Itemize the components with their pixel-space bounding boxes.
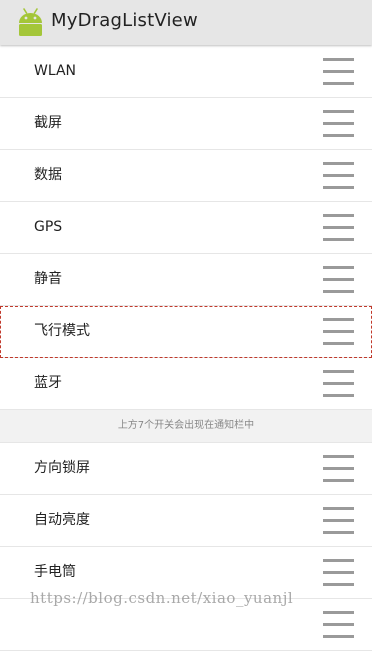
list-item-screenshot[interactable]: 截屏	[0, 98, 372, 150]
list-item-label: 飞行模式	[34, 323, 90, 339]
list-item-label: 自动亮度	[34, 512, 90, 528]
drag-handle-icon[interactable]	[323, 162, 354, 190]
list-item-label: GPS	[34, 219, 63, 235]
drag-handle-icon[interactable]	[323, 266, 354, 294]
drag-handle-icon[interactable]	[323, 214, 354, 242]
drag-handle-icon[interactable]	[323, 318, 354, 346]
list-item-label: WLAN	[34, 63, 77, 79]
drag-handle-icon[interactable]	[323, 559, 354, 587]
list-item-label: 数据	[34, 167, 62, 183]
list-item-gps[interactable]: GPS	[0, 202, 372, 254]
drag-list: WLAN 截屏 数据 GPS 静音 飞行模式 蓝牙 上方7个开关会出现在通知栏中…	[0, 46, 372, 651]
app-bar: MyDragListView	[0, 0, 372, 45]
list-item-auto-brightness[interactable]: 自动亮度	[0, 495, 372, 547]
list-item-data[interactable]: 数据	[0, 150, 372, 202]
watermark: https://blog.csdn.net/xiao_yuanjl	[30, 589, 294, 607]
list-item-label: 方向锁屏	[34, 460, 90, 476]
drag-handle-icon[interactable]	[323, 58, 354, 86]
list-item-label: 蓝牙	[34, 375, 62, 391]
list-item-mute[interactable]: 静音	[0, 254, 372, 306]
drag-handle-icon[interactable]	[323, 370, 354, 398]
drag-handle-icon[interactable]	[323, 611, 354, 639]
section-divider: 上方7个开关会出现在通知栏中	[0, 410, 372, 443]
drag-handle-icon[interactable]	[323, 507, 354, 535]
android-icon	[19, 8, 42, 36]
list-item-airplane-mode[interactable]: 飞行模式	[0, 306, 372, 358]
drag-handle-icon[interactable]	[323, 110, 354, 138]
list-item-bluetooth[interactable]: 蓝牙	[0, 358, 372, 410]
drag-handle-icon[interactable]	[323, 455, 354, 483]
list-item-label: 截屏	[34, 115, 62, 131]
app-title: MyDragListView	[51, 10, 198, 31]
list-item-orientation-lock[interactable]: 方向锁屏	[0, 443, 372, 495]
list-item-wlan[interactable]: WLAN	[0, 46, 372, 98]
list-item-label: 静音	[34, 271, 62, 287]
